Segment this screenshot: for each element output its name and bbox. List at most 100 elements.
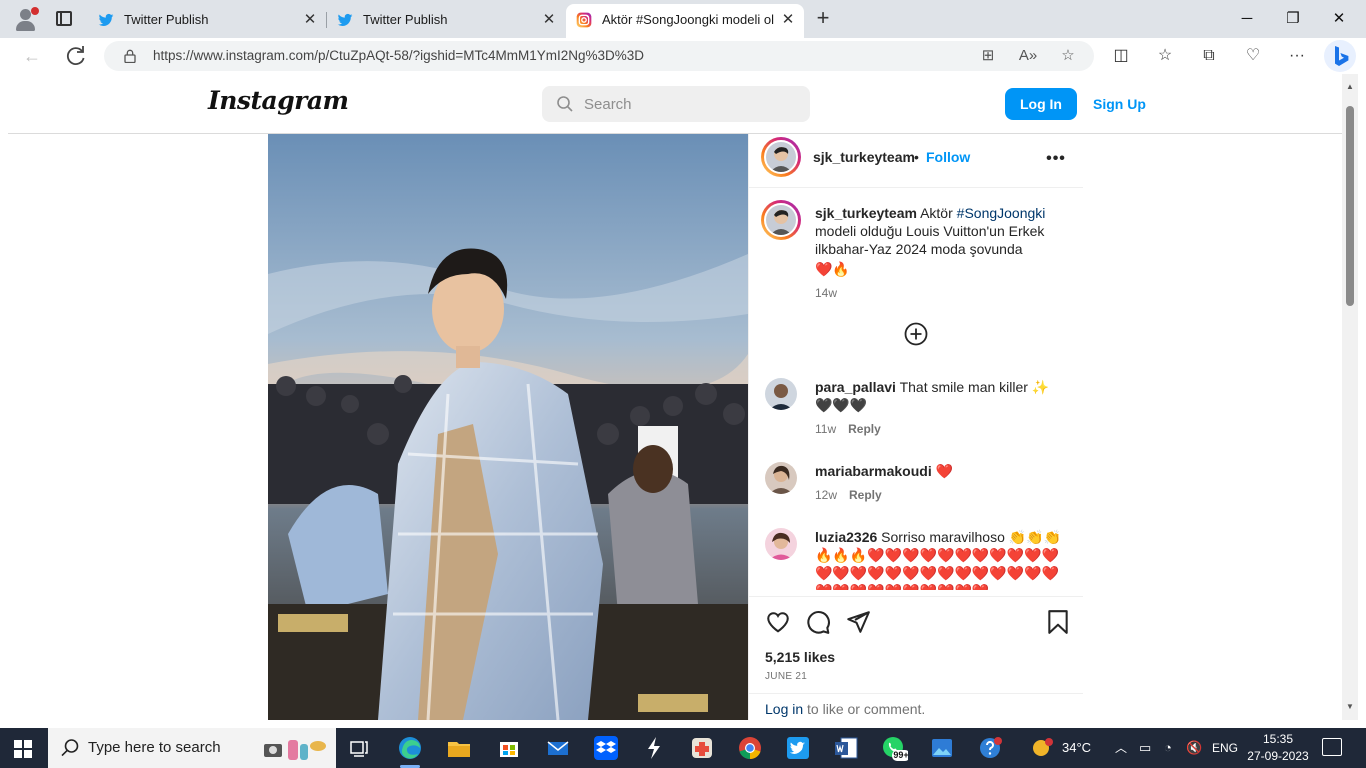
- instagram-logo[interactable]: Instagram: [208, 86, 349, 115]
- tab-twitter-publish-1[interactable]: Twitter Publish ✕: [88, 4, 326, 38]
- battery-icon[interactable]: ▭: [1139, 728, 1151, 768]
- reply-button[interactable]: Reply: [848, 422, 881, 436]
- tab-twitter-publish-2[interactable]: Twitter Publish ✕: [327, 4, 565, 38]
- search-icon: [61, 739, 79, 757]
- scroll-up-arrow-icon[interactable]: ▲: [1346, 82, 1354, 91]
- post-photo[interactable]: [268, 134, 748, 720]
- browser-essentials-icon[interactable]: ♡: [1242, 45, 1264, 67]
- caption-emoji: ❤️🔥: [815, 261, 850, 277]
- caption-time[interactable]: 14w: [815, 284, 1071, 302]
- word-icon[interactable]: [832, 734, 860, 762]
- windows-start-icon[interactable]: [14, 740, 32, 758]
- split-screen-icon[interactable]: ◫: [1110, 45, 1132, 67]
- file-explorer-icon[interactable]: [445, 734, 473, 762]
- network-icon[interactable]: ◔: [1164, 728, 1172, 768]
- twitter-icon: [98, 13, 114, 26]
- comment-time[interactable]: 11w: [815, 422, 836, 436]
- commenter-username[interactable]: luzia2326: [815, 529, 877, 545]
- task-view-icon[interactable]: [345, 734, 373, 762]
- taskbar-search-box[interactable]: Type here to search: [48, 728, 336, 768]
- read-aloud-icon[interactable]: A»: [1018, 46, 1038, 66]
- author-avatar[interactable]: [761, 137, 801, 177]
- close-tab-icon[interactable]: ✕: [780, 4, 796, 36]
- tab-instagram-post[interactable]: Aktör #SongJoongki modeli oldu ✕: [566, 4, 804, 38]
- signup-button[interactable]: Sign Up: [1093, 88, 1146, 120]
- caption-text-end: modeli olduğu Louis Vuitton'un Erkek ilk…: [815, 223, 1045, 257]
- commenter-username[interactable]: para_pallavi: [815, 379, 896, 395]
- help-icon[interactable]: [976, 734, 1004, 762]
- back-arrow-icon[interactable]: ←: [18, 42, 46, 70]
- commenter-username[interactable]: mariabarmakoudi: [815, 463, 932, 479]
- address-bar[interactable]: https://www.instagram.com/p/CtuZpAQt-58/…: [104, 41, 1094, 71]
- more-options-icon[interactable]: •••: [1045, 148, 1067, 170]
- share-send-icon[interactable]: [845, 609, 871, 635]
- language-indicator[interactable]: ENG: [1212, 728, 1238, 768]
- twitter-icon: [337, 13, 353, 26]
- comment-bubble-icon[interactable]: [805, 609, 831, 635]
- clock-date: 27-09-2023: [1247, 749, 1309, 763]
- search-input[interactable]: [584, 86, 794, 122]
- instagram-header: Instagram Log In Sign Up: [8, 74, 1342, 134]
- winamp-app-icon[interactable]: [640, 734, 668, 762]
- settings-more-icon[interactable]: ···: [1286, 45, 1308, 67]
- app-available-icon[interactable]: ⊞: [978, 46, 998, 66]
- notifications-icon[interactable]: [1322, 738, 1342, 756]
- caption-text: sjk_turkeyteam Aktör #SongJoongki modeli…: [815, 204, 1071, 302]
- whatsapp-icon[interactable]: 99+: [880, 734, 910, 762]
- login-button[interactable]: Log In: [1005, 88, 1077, 120]
- page-scrollbar[interactable]: ▲ ▼: [1342, 74, 1358, 720]
- photos-icon[interactable]: [928, 734, 956, 762]
- minimize-button[interactable]: ─: [1224, 4, 1270, 34]
- favorite-star-icon[interactable]: ☆: [1058, 46, 1078, 66]
- reply-button[interactable]: Reply: [849, 488, 882, 502]
- volume-muted-icon[interactable]: 🔇: [1186, 728, 1202, 768]
- twitter-app-icon[interactable]: [784, 734, 812, 762]
- login-link[interactable]: Log in: [765, 701, 803, 717]
- tab-title: Twitter Publish: [363, 12, 448, 27]
- lock-icon[interactable]: [124, 49, 136, 63]
- microsoft-store-icon[interactable]: [495, 734, 523, 762]
- load-more-comments-icon[interactable]: [904, 322, 928, 346]
- restore-button[interactable]: ❐: [1270, 4, 1316, 34]
- taskbar-search-placeholder: Type here to search: [88, 739, 221, 756]
- commenter-avatar[interactable]: [765, 378, 797, 410]
- url-text[interactable]: https://www.instagram.com/p/CtuZpAQt-58/…: [153, 41, 644, 71]
- weather-temperature[interactable]: 34°C: [1062, 728, 1091, 768]
- follow-button[interactable]: Follow: [926, 149, 970, 165]
- tab-actions-icon[interactable]: [56, 11, 72, 26]
- caption-avatar[interactable]: [761, 200, 801, 240]
- commenter-avatar[interactable]: [765, 462, 797, 494]
- caption-hashtag[interactable]: #SongJoongki: [957, 205, 1046, 221]
- search-highlight-travel-icon: [264, 740, 326, 760]
- chrome-icon[interactable]: [736, 734, 764, 762]
- commenter-avatar[interactable]: [765, 528, 797, 560]
- new-tab-button[interactable]: +: [812, 6, 834, 30]
- collections-icon[interactable]: ⧉: [1198, 45, 1220, 67]
- scrollbar-thumb[interactable]: [1346, 106, 1354, 306]
- clock[interactable]: 15:35 27-09-2023: [1246, 731, 1310, 765]
- search-box[interactable]: [542, 86, 810, 122]
- window-close-button[interactable]: ✕: [1316, 4, 1362, 34]
- bing-copilot-icon[interactable]: [1324, 40, 1356, 72]
- like-heart-icon[interactable]: [765, 609, 791, 635]
- comment-time[interactable]: 12w: [815, 488, 837, 502]
- dropbox-icon[interactable]: [592, 734, 620, 762]
- mail-icon[interactable]: [544, 734, 572, 762]
- profile-icon[interactable]: [14, 7, 39, 31]
- caption-text-start: Aktör: [920, 205, 953, 221]
- close-tab-icon[interactable]: ✕: [541, 4, 557, 36]
- likes-count[interactable]: 5,215 likes: [765, 649, 835, 665]
- show-hidden-icons-chevron-icon[interactable]: ︿: [1115, 728, 1127, 768]
- scroll-down-arrow-icon[interactable]: ▼: [1346, 702, 1354, 711]
- favorites-icon[interactable]: ☆: [1154, 45, 1176, 67]
- save-bookmark-icon[interactable]: [1045, 609, 1071, 635]
- post-date[interactable]: JUNE 21: [765, 671, 807, 682]
- weather-icon[interactable]: [1030, 736, 1056, 760]
- health-app-icon[interactable]: [688, 734, 716, 762]
- author-username[interactable]: sjk_turkeyteam: [813, 149, 915, 165]
- browser-tab-strip: Twitter Publish ✕ Twitter Publish ✕ Aktö…: [0, 0, 1366, 38]
- refresh-icon[interactable]: [62, 42, 90, 70]
- close-tab-icon[interactable]: ✕: [302, 4, 318, 36]
- edge-browser-icon[interactable]: [396, 734, 424, 768]
- caption-username[interactable]: sjk_turkeyteam: [815, 205, 917, 221]
